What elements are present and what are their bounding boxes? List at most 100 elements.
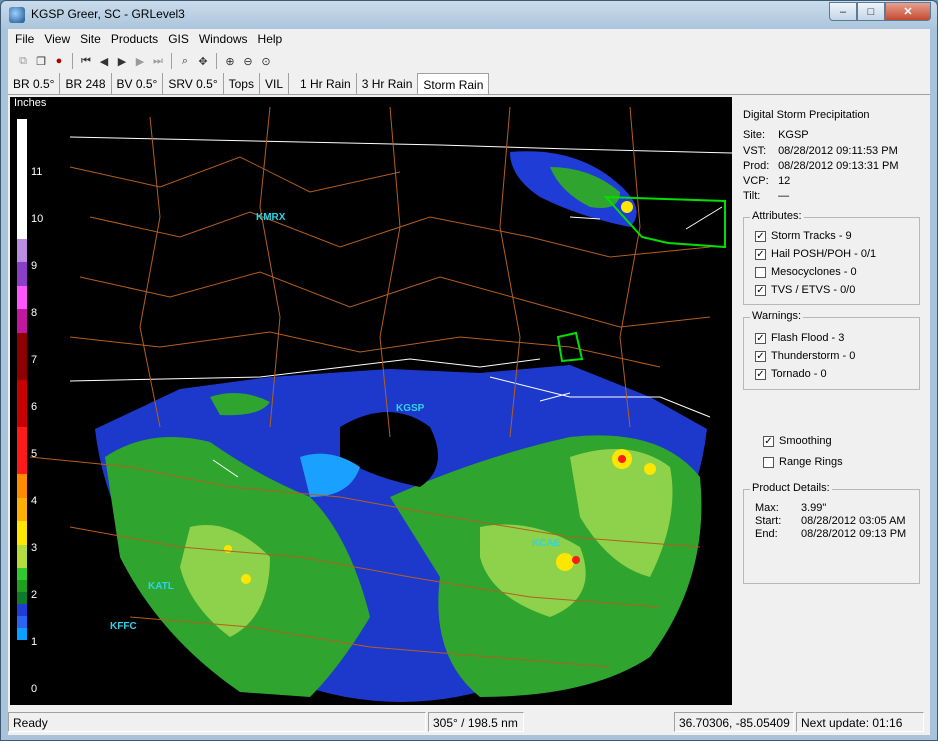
vst-label: VST: (743, 145, 767, 157)
tab-tops[interactable]: Tops (224, 73, 260, 94)
vcp-label: VCP: (743, 175, 769, 187)
checkbox-mesocyclones[interactable]: Mesocyclones - 0 (755, 266, 857, 278)
tab-3hr-rain[interactable]: 3 Hr Rain (357, 73, 419, 94)
checkbox-smoothing[interactable]: ✓ Smoothing (763, 435, 832, 447)
tab-1hr-rain[interactable]: 1 Hr Rain (295, 73, 357, 94)
product-details-group: Product Details: Max: 3.99" Start: 08/28/2… (743, 482, 920, 584)
max-value: 3.99" (801, 502, 827, 514)
max-label: Max: (755, 502, 779, 514)
tilt-value: — (778, 190, 790, 202)
site-value: KGSP (778, 129, 809, 141)
title-bar[interactable]: KGSP Greer, SC - GRLevel3 – □ ✕ (1, 1, 937, 29)
tilt-label: Tilt: (743, 190, 761, 202)
zoom-reset-icon[interactable]: ⊙ (257, 52, 275, 70)
checkbox-range-rings[interactable]: Range Rings (763, 456, 843, 468)
prev-frame-icon[interactable]: ◀ (95, 52, 113, 70)
checkbox-icon[interactable]: ✓ (755, 332, 766, 344)
copy-icon[interactable]: ⧉ (14, 52, 32, 70)
legend-label-2: 2 (31, 589, 38, 601)
tab-br-05[interactable]: BR 0.5° (8, 73, 61, 94)
menu-gis[interactable]: GIS (163, 29, 194, 49)
checkbox-icon[interactable]: ✓ (755, 350, 766, 362)
close-button[interactable]: ✕ (885, 2, 931, 21)
menu-site[interactable]: Site (75, 29, 106, 49)
tilt-row: Tilt: — (743, 190, 789, 202)
tab-br-248[interactable]: BR 248 (60, 73, 112, 94)
menu-view[interactable]: View (39, 29, 75, 49)
minimize-button[interactable]: – (829, 2, 857, 21)
copy-all-icon[interactable]: ❐ (32, 52, 50, 70)
zoom-in-icon[interactable]: ⊕ (221, 52, 239, 70)
zoom-icon[interactable]: ⌕ (176, 52, 194, 70)
warnings-group: Warnings: ✓ Flash Flood - 3 ✓ Thunderstorm… (743, 310, 920, 390)
site-label-kmrx[interactable]: KMRX (256, 212, 285, 223)
checkbox-icon[interactable] (763, 456, 774, 468)
vst-value: 08/28/2012 09:11:53 PM (778, 145, 898, 157)
color-legend (17, 119, 27, 699)
play-icon[interactable]: ▶ (113, 52, 131, 70)
checkbox-icon[interactable]: ✓ (755, 230, 766, 242)
checkbox-label: Smoothing (779, 435, 832, 447)
tab-srv-05[interactable]: SRV 0.5° (163, 73, 224, 94)
first-frame-icon[interactable]: ⏮ (77, 52, 95, 70)
checkbox-flash-flood[interactable]: ✓ Flash Flood - 3 (755, 332, 844, 344)
site-label: Site: (743, 129, 766, 141)
checkbox-hail[interactable]: ✓ Hail POSH/POH - 0/1 (755, 248, 876, 260)
radar-map[interactable]: Inches 11 10 9 8 7 6 5 4 3 2 1 0 KMRX KG… (10, 97, 732, 705)
checkbox-label: Hail POSH/POH - 0/1 (771, 248, 877, 260)
end-value: 08/28/2012 09:13 PM (801, 528, 907, 540)
legend-label-7: 7 (31, 354, 38, 366)
checkbox-icon[interactable]: ✓ (755, 248, 766, 260)
start-row: Start: 08/28/2012 03:05 AM (755, 515, 906, 527)
site-label-katl[interactable]: KATL (148, 581, 174, 592)
menu-bar: File View Site Products GIS Windows Help (8, 29, 930, 49)
checkbox-icon[interactable]: ✓ (755, 368, 766, 380)
last-frame-icon[interactable]: ⏭ (149, 52, 167, 70)
pan-icon[interactable]: ✥ (194, 52, 212, 70)
checkbox-icon[interactable]: ✓ (763, 435, 774, 447)
legend-label-9: 9 (31, 260, 38, 272)
checkbox-label: Tornado - 0 (771, 368, 827, 380)
window-title: KGSP Greer, SC - GRLevel3 (31, 7, 185, 21)
warnings-title: Warnings: (750, 310, 804, 322)
checkbox-icon[interactable] (755, 266, 766, 278)
record-icon[interactable]: ● (50, 52, 68, 70)
legend-label-8: 8 (31, 307, 38, 319)
checkbox-icon[interactable]: ✓ (755, 284, 766, 296)
legend-label-0: 0 (31, 683, 38, 695)
product-details-title: Product Details: (750, 482, 832, 494)
attributes-group: Attributes: ✓ Storm Tracks - 9 ✓ Hail POSH… (743, 210, 920, 305)
site-label-kffc[interactable]: KFFC (110, 621, 137, 632)
app-icon (9, 7, 25, 23)
zoom-out-icon[interactable]: ⊖ (239, 52, 257, 70)
prod-row: Prod: 08/28/2012 09:13:31 PM (743, 160, 899, 172)
site-label-kgsp[interactable]: KGSP (396, 403, 424, 414)
menu-products[interactable]: Products (106, 29, 163, 49)
menu-file[interactable]: File (10, 29, 39, 49)
checkbox-thunderstorm[interactable]: ✓ Thunderstorm - 0 (755, 350, 855, 362)
prod-value: 08/28/2012 09:13:31 PM (778, 160, 899, 172)
checkbox-label: Range Rings (779, 456, 843, 468)
tab-storm-rain[interactable]: Storm Rain (418, 73, 490, 94)
tab-vil[interactable]: VIL (260, 73, 289, 94)
toolbar-separator (72, 53, 73, 69)
max-row: Max: 3.99" (755, 502, 826, 514)
tab-bv-05[interactable]: BV 0.5° (112, 73, 164, 94)
maximize-button[interactable]: □ (857, 2, 885, 21)
menu-help[interactable]: Help (253, 29, 288, 49)
site-label-kcae[interactable]: KCAE (532, 538, 560, 549)
legend-label-6: 6 (31, 401, 38, 413)
status-next-update: Next update: 01:16 (796, 712, 924, 732)
radar-image (29, 106, 732, 702)
checkbox-storm-tracks[interactable]: ✓ Storm Tracks - 9 (755, 230, 852, 242)
vst-row: VST: 08/28/2012 09:11:53 PM (743, 145, 898, 157)
checkbox-tornado[interactable]: ✓ Tornado - 0 (755, 368, 827, 380)
status-azimuth-range: 305° / 198.5 nm (428, 712, 524, 732)
toolbar-separator (171, 53, 172, 69)
checkbox-label: Storm Tracks - 9 (771, 230, 852, 242)
status-ready: Ready (8, 712, 426, 732)
checkbox-tvs[interactable]: ✓ TVS / ETVS - 0/0 (755, 284, 855, 296)
next-frame-icon[interactable]: ▶ (131, 52, 149, 70)
menu-windows[interactable]: Windows (194, 29, 253, 49)
legend-label-4: 4 (31, 495, 38, 507)
